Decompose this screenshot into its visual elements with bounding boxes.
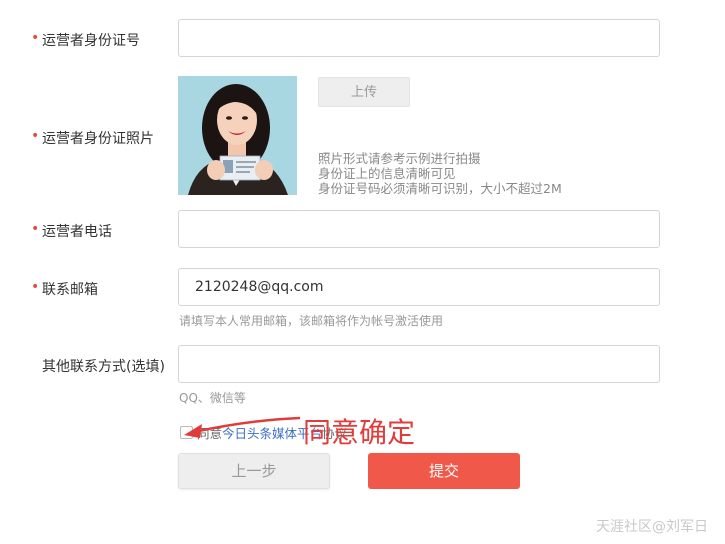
email-label-text: 联系邮箱 [42, 282, 98, 298]
email-hint: 请填写本人常用邮箱，该邮箱将作为帐号激活使用 [179, 314, 444, 328]
other-contact-label: 其他联系方式(选填) [42, 356, 165, 376]
email-input[interactable] [178, 268, 660, 306]
operator-photo-label: 运营者身份证照片 [31, 128, 154, 148]
phone-label: 运营者电话 [31, 221, 112, 241]
photo-note: 照片形式请参考示例进行拍摄 [318, 151, 481, 166]
upload-button[interactable]: 上传 [318, 77, 410, 107]
annotation-text: 同意确定 [303, 416, 416, 449]
operator-photo-label-text: 运营者身份证照片 [42, 131, 154, 147]
operator-id-input[interactable] [178, 19, 660, 57]
person-holding-id-image [178, 76, 297, 195]
submit-button[interactable]: 提交 [368, 453, 520, 489]
id-photo-example [178, 76, 297, 195]
operator-id-label-text: 运营者身份证号 [42, 33, 140, 49]
photo-note: 身份证上的信息清晰可见 [318, 166, 456, 181]
photo-note: 身份证号码必须清晰可识别，大小不超过2M [318, 181, 562, 196]
email-label: 联系邮箱 [31, 279, 98, 299]
watermark: 天涯社区@刘军日 [596, 519, 708, 535]
photo-requirements: 照片形式请参考示例进行拍摄 身份证上的信息清晰可见 身份证号码必须清晰可识别，大… [318, 151, 562, 196]
other-contact-hint: QQ、微信等 [179, 391, 246, 405]
phone-input[interactable] [178, 210, 660, 248]
phone-label-text: 运营者电话 [42, 224, 112, 240]
other-contact-input[interactable] [178, 345, 660, 383]
prev-step-button[interactable]: 上一步 [178, 453, 330, 489]
other-contact-label-text: 其他联系方式(选填) [42, 359, 165, 375]
arrow-icon [184, 416, 301, 438]
operator-id-label: 运营者身份证号 [31, 30, 140, 50]
